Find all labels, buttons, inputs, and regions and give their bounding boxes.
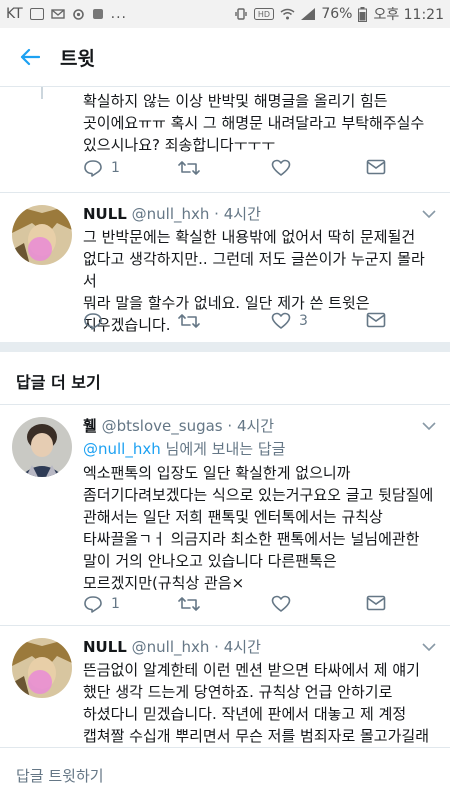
reply-action[interactable]: 1 bbox=[83, 595, 120, 613]
reply-to-suffix: 님에게 보내는 답글 bbox=[160, 440, 286, 458]
thread-line bbox=[41, 87, 43, 99]
back-button[interactable] bbox=[0, 28, 60, 86]
reply-icon bbox=[84, 160, 102, 177]
reply-tweet-1[interactable]: 확실하지 않는 이상 반박및 해명글을 올리기 힘든 곳이에요ㅠㅠ 혹시 그 해… bbox=[0, 87, 450, 192]
reply-input[interactable]: 답글 트윗하기 bbox=[16, 765, 104, 786]
mail-icon bbox=[50, 9, 65, 19]
avatar-image bbox=[12, 417, 72, 477]
like-action[interactable] bbox=[271, 159, 291, 177]
mail-icon bbox=[366, 312, 386, 328]
retweet-action[interactable] bbox=[178, 159, 200, 177]
tweet-header: NULL @null_hxh · 4시간 bbox=[83, 636, 261, 657]
replying-to: @null_hxh 님에게 보내는 답글 bbox=[83, 438, 285, 459]
clock: 오후 11:21 bbox=[373, 7, 444, 23]
notification-icon bbox=[92, 9, 103, 19]
settings-status-icon bbox=[72, 8, 84, 20]
author-name[interactable]: NULL bbox=[83, 638, 127, 656]
reply-count: 1 bbox=[111, 596, 120, 612]
tweet-header: NULL @null_hxh · 4시간 bbox=[83, 203, 261, 224]
reply-count: 1 bbox=[111, 160, 120, 176]
dm-action[interactable] bbox=[366, 595, 386, 611]
dm-action[interactable] bbox=[366, 159, 386, 175]
mail-icon bbox=[366, 595, 386, 611]
avatar[interactable] bbox=[12, 417, 72, 477]
author-handle[interactable]: @null_hxh bbox=[132, 205, 210, 223]
reply-icon bbox=[84, 596, 102, 613]
svg-text:HD: HD bbox=[258, 10, 270, 19]
chevron-down-icon[interactable] bbox=[422, 209, 436, 219]
section-separator bbox=[0, 342, 450, 352]
avatar[interactable] bbox=[12, 638, 72, 698]
mail-icon bbox=[366, 159, 386, 175]
gallery-icon bbox=[29, 8, 44, 20]
back-arrow-icon bbox=[20, 48, 40, 66]
heart-icon bbox=[271, 595, 291, 612]
author-name[interactable]: NULL bbox=[83, 205, 127, 223]
author-name[interactable]: 휄 bbox=[83, 417, 97, 435]
tweet-time: 4시간 bbox=[223, 638, 261, 656]
avatar-image bbox=[12, 638, 72, 698]
retweet-icon bbox=[178, 314, 200, 328]
signal-icon bbox=[301, 8, 316, 20]
tweet-thread[interactable]: 확실하지 않는 이상 반박및 해명글을 올리기 힘든 곳이에요ㅠㅠ 혹시 그 해… bbox=[0, 87, 450, 747]
tweet-actions: 1 bbox=[83, 595, 423, 617]
heart-icon bbox=[271, 312, 291, 329]
more-replies-heading: 답글 더 보기 bbox=[16, 373, 101, 392]
reply-mention-link[interactable]: @null_hxh bbox=[83, 440, 161, 458]
reply-action[interactable]: 1 bbox=[83, 159, 120, 177]
status-bar: KT ... HD 76% 오후 11:21 bbox=[0, 0, 450, 28]
retweet-icon bbox=[178, 597, 200, 611]
like-count: 3 bbox=[299, 313, 308, 329]
tweet-time: 4시간 bbox=[223, 205, 261, 223]
author-handle[interactable]: @btslove_sugas bbox=[102, 417, 223, 435]
tweet-actions: 1 bbox=[83, 159, 423, 181]
reply-action[interactable] bbox=[83, 312, 103, 330]
chevron-down-icon[interactable] bbox=[422, 642, 436, 652]
reply-tweet-2[interactable]: NULL @null_hxh · 4시간 그 반박문에는 확실한 내용밖에 없어… bbox=[0, 193, 450, 342]
hd-icon: HD bbox=[254, 8, 275, 20]
page-title: 트윗 bbox=[60, 47, 95, 70]
tweet-time: 4시간 bbox=[236, 417, 275, 435]
carrier-label: KT bbox=[6, 6, 23, 22]
like-action[interactable] bbox=[271, 595, 291, 613]
retweet-icon bbox=[178, 161, 200, 175]
tweet-text: 확실하지 않는 이상 반박및 해명글을 올리기 힘든 곳이에요ㅠㅠ 혹시 그 해… bbox=[83, 92, 425, 154]
reply-tweet-4[interactable]: NULL @null_hxh · 4시간 뜬금없이 알계한테 이런 멘션 받으면… bbox=[0, 626, 450, 747]
more-notifications: ... bbox=[110, 6, 128, 22]
reply-compose-bar[interactable]: 답글 트윗하기 bbox=[0, 747, 450, 801]
author-handle[interactable]: @null_hxh bbox=[132, 638, 210, 656]
vibrate-icon bbox=[235, 8, 248, 20]
retweet-action[interactable] bbox=[178, 312, 200, 330]
separator-dot: · bbox=[214, 638, 219, 656]
app-bar: 트윗 bbox=[0, 28, 450, 87]
tweet-header: 휄 @btslove_sugas · 4시간 bbox=[83, 415, 274, 436]
tweet-text: 엑소팬톡의 입장도 일단 확실한게 없으니까 좀더기다려보겠다는 식으로 있는거… bbox=[83, 464, 434, 592]
reply-icon bbox=[84, 313, 102, 330]
dm-action[interactable] bbox=[366, 312, 386, 328]
avatar[interactable] bbox=[12, 205, 72, 265]
like-action[interactable]: 3 bbox=[271, 312, 308, 330]
battery-percent: 76% bbox=[321, 6, 353, 22]
avatar-image bbox=[12, 205, 72, 265]
tweet-text: 뜬금없이 알계한테 이런 멘션 받으면 타싸에서 제 얘기 했단 생각 드는게 … bbox=[83, 661, 430, 745]
tweet-actions: 3 bbox=[83, 312, 423, 334]
reply-tweet-3[interactable]: 휄 @btslove_sugas · 4시간 @null_hxh 님에게 보내는… bbox=[0, 405, 450, 625]
separator-dot: · bbox=[214, 205, 219, 223]
wifi-icon bbox=[280, 8, 295, 20]
retweet-action[interactable] bbox=[178, 595, 200, 613]
chevron-down-icon[interactable] bbox=[422, 421, 436, 431]
battery-icon bbox=[358, 6, 368, 22]
separator-dot: · bbox=[227, 417, 233, 435]
heart-icon bbox=[271, 159, 291, 176]
